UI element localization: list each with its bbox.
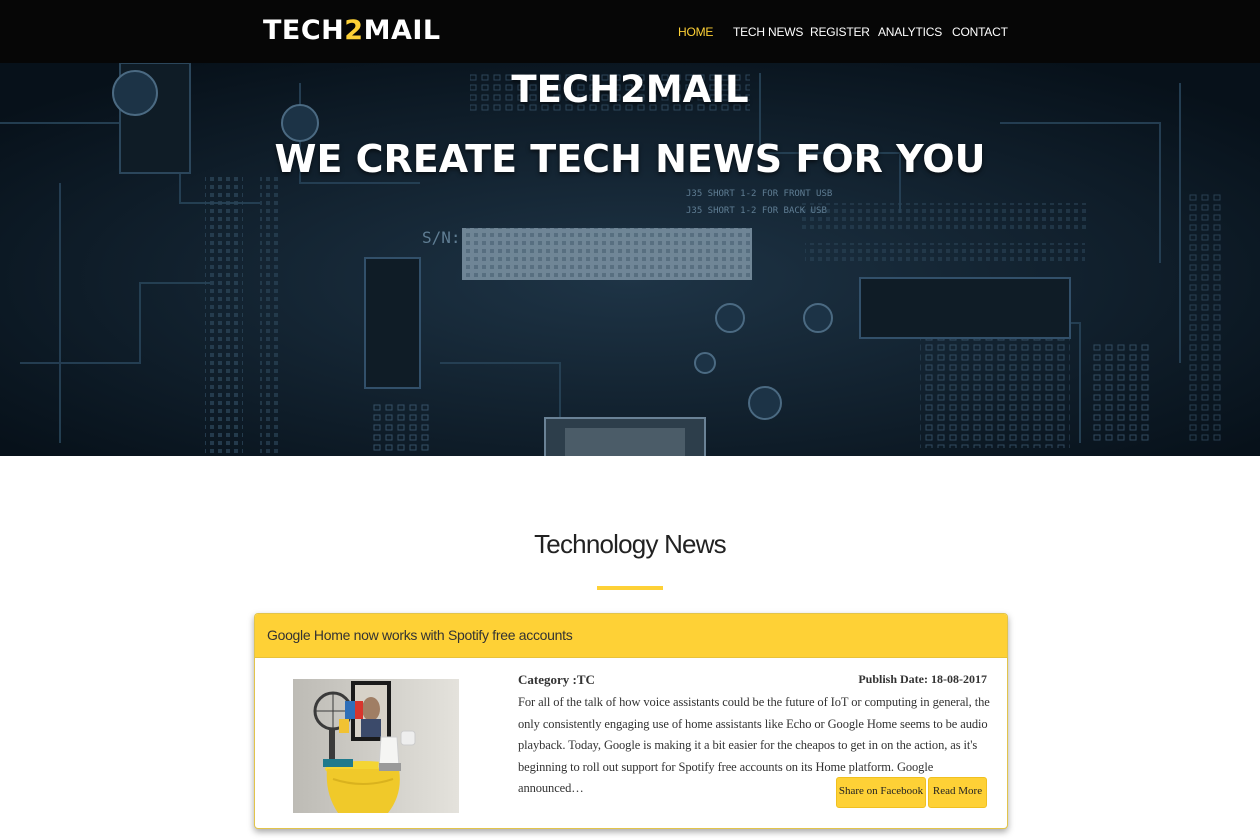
share-facebook-button[interactable]: Share on Facebook <box>836 777 926 808</box>
article-publish-date: Publish Date: 18-08-2017 <box>858 672 987 686</box>
google-home-photo <box>293 679 459 813</box>
nav-analytics[interactable]: ANALYTICS <box>878 22 942 42</box>
hero-subtitle: WE CREATE TECH NEWS FOR YOU <box>274 137 986 181</box>
nav-contact[interactable]: CONTACT <box>952 22 1008 42</box>
heading-underline <box>597 586 663 590</box>
news-card: Google Home now works with Spotify free … <box>254 613 1008 829</box>
svg-text:J35 SHORT 1-2 FOR FRONT USB: J35 SHORT 1-2 FOR FRONT USB <box>686 189 832 199</box>
card-header: Google Home now works with Spotify free … <box>255 614 1007 658</box>
svg-text:J35 SHORT 1-2 FOR BACK USB: J35 SHORT 1-2 FOR BACK USB <box>686 206 827 216</box>
read-more-button[interactable]: Read More <box>928 777 987 808</box>
circuit-board-background: J35 SHORT 1-2 FOR FRONT USB J35 SHORT 1-… <box>0 63 1260 456</box>
svg-text:S/N:: S/N: <box>422 228 461 247</box>
article-title[interactable]: Google Home now works with Spotify free … <box>267 626 573 644</box>
main-nav: HOME TECH NEWS REGISTER ANALYTICS CONTAC… <box>0 22 1260 42</box>
nav-home[interactable]: HOME <box>678 22 713 42</box>
nav-register[interactable]: REGISTER <box>810 22 870 42</box>
hero-title: TECH2MAIL <box>511 68 749 111</box>
article-category: Category :TC <box>518 672 595 687</box>
hero-banner: J35 SHORT 1-2 FOR FRONT USB J35 SHORT 1-… <box>0 63 1260 456</box>
section-heading: Technology News <box>534 529 727 559</box>
nav-tech-news[interactable]: TECH NEWS <box>733 22 803 42</box>
article-image <box>293 679 459 813</box>
top-navbar: TECH2MAIL HOME TECH NEWS REGISTER ANALYT… <box>0 0 1260 63</box>
